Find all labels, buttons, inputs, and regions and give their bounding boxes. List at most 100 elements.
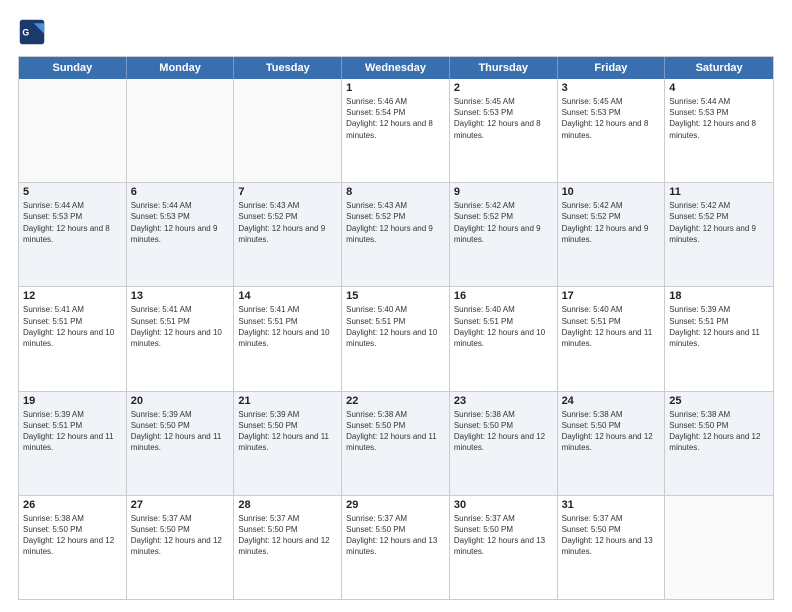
cell-info: Sunrise: 5:42 AM Sunset: 5:52 PM Dayligh… [669, 200, 769, 245]
cell-info: Sunrise: 5:45 AM Sunset: 5:53 PM Dayligh… [454, 96, 553, 141]
calendar-header: SundayMondayTuesdayWednesdayThursdayFrid… [19, 57, 773, 79]
weekday-header-monday: Monday [127, 57, 235, 79]
calendar-cell-3: 3Sunrise: 5:45 AM Sunset: 5:53 PM Daylig… [558, 79, 666, 182]
day-number: 21 [238, 395, 337, 407]
cell-info: Sunrise: 5:43 AM Sunset: 5:52 PM Dayligh… [346, 200, 445, 245]
logo-icon: G [18, 18, 46, 46]
cell-info: Sunrise: 5:40 AM Sunset: 5:51 PM Dayligh… [346, 304, 445, 349]
day-number: 15 [346, 290, 445, 302]
calendar-body: 1Sunrise: 5:46 AM Sunset: 5:54 PM Daylig… [19, 79, 773, 599]
day-number: 4 [669, 82, 769, 94]
day-number: 22 [346, 395, 445, 407]
calendar-cell-14: 14Sunrise: 5:41 AM Sunset: 5:51 PM Dayli… [234, 287, 342, 390]
calendar-cell-empty-2 [234, 79, 342, 182]
cell-info: Sunrise: 5:42 AM Sunset: 5:52 PM Dayligh… [562, 200, 661, 245]
cell-info: Sunrise: 5:44 AM Sunset: 5:53 PM Dayligh… [669, 96, 769, 141]
cell-info: Sunrise: 5:37 AM Sunset: 5:50 PM Dayligh… [131, 513, 230, 558]
cell-info: Sunrise: 5:41 AM Sunset: 5:51 PM Dayligh… [23, 304, 122, 349]
cell-info: Sunrise: 5:39 AM Sunset: 5:51 PM Dayligh… [669, 304, 769, 349]
cell-info: Sunrise: 5:39 AM Sunset: 5:51 PM Dayligh… [23, 409, 122, 454]
day-number: 31 [562, 499, 661, 511]
day-number: 26 [23, 499, 122, 511]
cell-info: Sunrise: 5:38 AM Sunset: 5:50 PM Dayligh… [346, 409, 445, 454]
calendar-cell-25: 25 Sunrise: 5:38 AM Sunset: 5:50 PM Dayli… [665, 392, 773, 495]
day-number: 10 [562, 186, 661, 198]
day-number: 13 [131, 290, 230, 302]
cell-info: Sunrise: 5:40 AM Sunset: 5:51 PM Dayligh… [454, 304, 553, 349]
cell-info: Sunrise: 5:46 AM Sunset: 5:54 PM Dayligh… [346, 96, 445, 141]
cell-info: Sunrise: 5:39 AM Sunset: 5:50 PM Dayligh… [131, 409, 230, 454]
cell-info: Sunrise: 5:38 AM Sunset: 5:50 PM Dayligh… [454, 409, 553, 454]
calendar-cell-11: 11 Sunrise: 5:42 AM Sunset: 5:52 PM Dayli… [665, 183, 773, 286]
day-number: 2 [454, 82, 553, 94]
calendar-cell-29: 29Sunrise: 5:37 AM Sunset: 5:50 PM Dayli… [342, 496, 450, 599]
cell-info: Sunrise: 5:37 AM Sunset: 5:50 PM Dayligh… [238, 513, 337, 558]
day-number: 19 [23, 395, 122, 407]
cell-info: Sunrise: 5:37 AM Sunset: 5:50 PM Dayligh… [346, 513, 445, 558]
calendar-cell-23: 23 Sunrise: 5:38 AM Sunset: 5:50 PM Dayli… [450, 392, 558, 495]
cell-info: Sunrise: 5:37 AM Sunset: 5:50 PM Dayligh… [562, 513, 661, 558]
cell-info: Sunrise: 5:41 AM Sunset: 5:51 PM Dayligh… [131, 304, 230, 349]
calendar-cell-6: 6 Sunrise: 5:44 AM Sunset: 5:53 PM Daylig… [127, 183, 235, 286]
cell-info: Sunrise: 5:38 AM Sunset: 5:50 PM Dayligh… [669, 409, 769, 454]
cell-info: Sunrise: 5:38 AM Sunset: 5:50 PM Dayligh… [23, 513, 122, 558]
calendar-cell-empty-1 [127, 79, 235, 182]
day-number: 9 [454, 186, 553, 198]
calendar-cell-5: 5 Sunrise: 5:44 AM Sunset: 5:53 PM Daylig… [19, 183, 127, 286]
day-number: 17 [562, 290, 661, 302]
weekday-header-sunday: Sunday [19, 57, 127, 79]
day-number: 11 [669, 186, 769, 198]
header: G [18, 18, 774, 46]
day-number: 7 [238, 186, 337, 198]
day-number: 23 [454, 395, 553, 407]
cell-info: Sunrise: 5:37 AM Sunset: 5:50 PM Dayligh… [454, 513, 553, 558]
day-number: 6 [131, 186, 230, 198]
cell-info: Sunrise: 5:45 AM Sunset: 5:53 PM Dayligh… [562, 96, 661, 141]
cell-info: Sunrise: 5:38 AM Sunset: 5:50 PM Dayligh… [562, 409, 661, 454]
calendar-cell-26: 26 Sunrise: 5:38 AM Sunset: 5:50 PM Dayli… [19, 496, 127, 599]
cell-info: Sunrise: 5:42 AM Sunset: 5:52 PM Dayligh… [454, 200, 553, 245]
day-number: 16 [454, 290, 553, 302]
calendar-cell-27: 27 Sunrise: 5:37 AM Sunset: 5:50 PM Dayli… [127, 496, 235, 599]
day-number: 14 [238, 290, 337, 302]
weekday-header-thursday: Thursday [450, 57, 558, 79]
cell-info: Sunrise: 5:43 AM Sunset: 5:52 PM Dayligh… [238, 200, 337, 245]
calendar-row-3: 19 Sunrise: 5:39 AM Sunset: 5:51 PM Dayli… [19, 391, 773, 495]
cell-info: Sunrise: 5:39 AM Sunset: 5:50 PM Dayligh… [238, 409, 337, 454]
day-number: 27 [131, 499, 230, 511]
day-number: 12 [23, 290, 122, 302]
cell-info: Sunrise: 5:44 AM Sunset: 5:53 PM Dayligh… [131, 200, 230, 245]
calendar: SundayMondayTuesdayWednesdayThursdayFrid… [18, 56, 774, 600]
calendar-cell-30: 30 Sunrise: 5:37 AM Sunset: 5:50 PM Dayli… [450, 496, 558, 599]
calendar-cell-2: 2 Sunrise: 5:45 AM Sunset: 5:53 PM Daylig… [450, 79, 558, 182]
calendar-cell-12: 12 Sunrise: 5:41 AM Sunset: 5:51 PM Dayli… [19, 287, 127, 390]
calendar-cell-13: 13 Sunrise: 5:41 AM Sunset: 5:51 PM Dayli… [127, 287, 235, 390]
svg-text:G: G [22, 28, 29, 38]
page: G SundayMondayTuesdayWednesdayThursdayFr… [0, 0, 792, 612]
logo: G [18, 18, 50, 46]
calendar-row-4: 26 Sunrise: 5:38 AM Sunset: 5:50 PM Dayli… [19, 495, 773, 599]
cell-info: Sunrise: 5:40 AM Sunset: 5:51 PM Dayligh… [562, 304, 661, 349]
calendar-cell-18: 18 Sunrise: 5:39 AM Sunset: 5:51 PM Dayli… [665, 287, 773, 390]
calendar-cell-31: 31 Sunrise: 5:37 AM Sunset: 5:50 PM Dayli… [558, 496, 666, 599]
day-number: 18 [669, 290, 769, 302]
weekday-header-saturday: Saturday [665, 57, 773, 79]
cell-info: Sunrise: 5:44 AM Sunset: 5:53 PM Dayligh… [23, 200, 122, 245]
calendar-cell-8: 8Sunrise: 5:43 AM Sunset: 5:52 PM Daylig… [342, 183, 450, 286]
weekday-header-tuesday: Tuesday [234, 57, 342, 79]
day-number: 30 [454, 499, 553, 511]
day-number: 20 [131, 395, 230, 407]
calendar-cell-4: 4 Sunrise: 5:44 AM Sunset: 5:53 PM Daylig… [665, 79, 773, 182]
day-number: 25 [669, 395, 769, 407]
calendar-cell-21: 21 Sunrise: 5:39 AM Sunset: 5:50 PM Dayli… [234, 392, 342, 495]
calendar-row-1: 5 Sunrise: 5:44 AM Sunset: 5:53 PM Daylig… [19, 182, 773, 286]
day-number: 5 [23, 186, 122, 198]
calendar-cell-7: 7 Sunrise: 5:43 AM Sunset: 5:52 PM Daylig… [234, 183, 342, 286]
calendar-cell-19: 19 Sunrise: 5:39 AM Sunset: 5:51 PM Dayli… [19, 392, 127, 495]
calendar-cell-10: 10 Sunrise: 5:42 AM Sunset: 5:52 PM Dayli… [558, 183, 666, 286]
calendar-row-0: 1Sunrise: 5:46 AM Sunset: 5:54 PM Daylig… [19, 79, 773, 182]
calendar-cell-empty-6 [665, 496, 773, 599]
weekday-header-friday: Friday [558, 57, 666, 79]
calendar-cell-22: 22 Sunrise: 5:38 AM Sunset: 5:50 PM Dayli… [342, 392, 450, 495]
calendar-cell-16: 16 Sunrise: 5:40 AM Sunset: 5:51 PM Dayli… [450, 287, 558, 390]
